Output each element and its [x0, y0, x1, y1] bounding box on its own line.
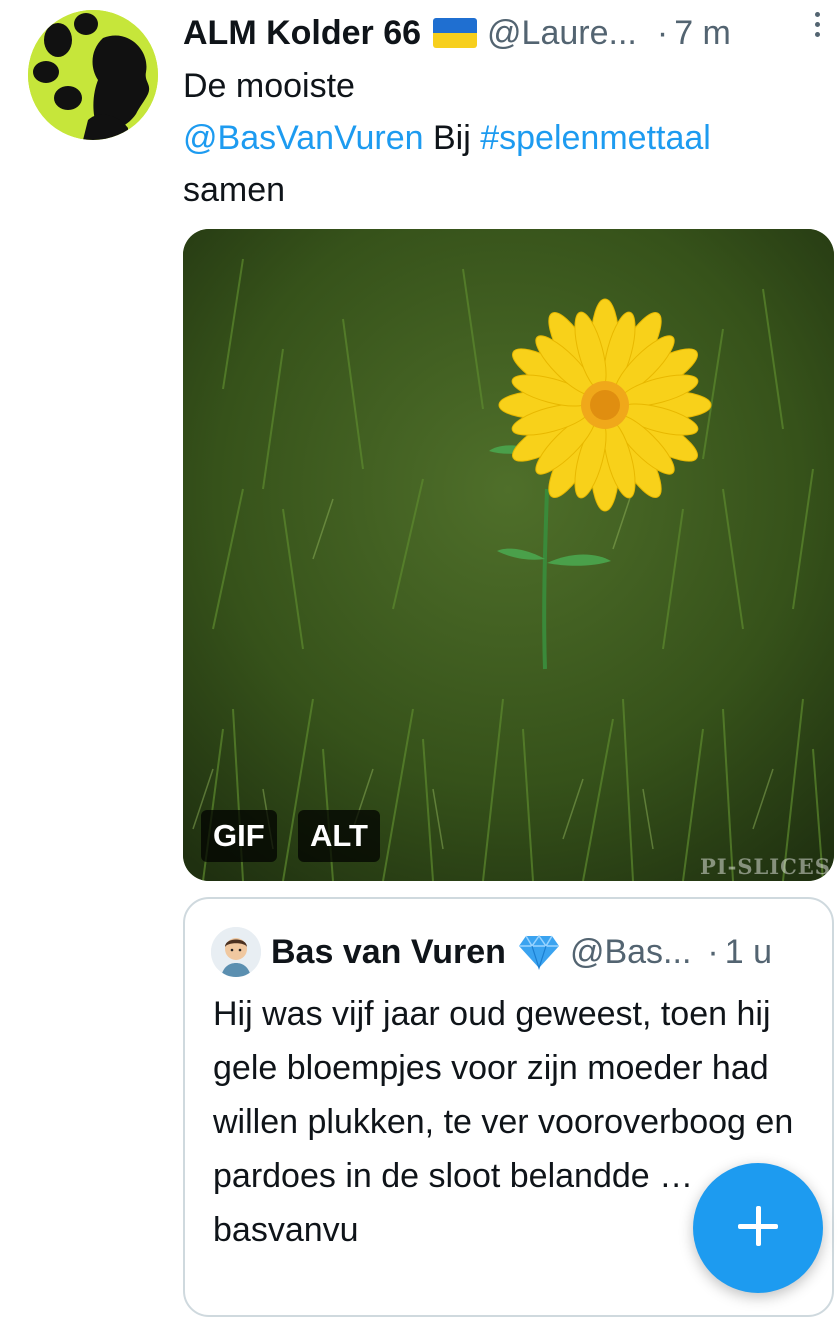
quoted-author-handle[interactable]: @Bas...	[570, 933, 691, 972]
compose-tweet-button[interactable]	[693, 1163, 823, 1293]
quoted-tweet-timestamp[interactable]: 1 u	[725, 933, 772, 972]
separator-dot: ·	[707, 932, 719, 971]
tweet-text-line: De mooiste	[183, 67, 355, 105]
tweet-timestamp[interactable]: 7 m	[674, 14, 731, 53]
ukraine-flag-icon	[433, 18, 478, 48]
author-display-name[interactable]: ALM Kolder 66	[183, 14, 421, 53]
hashtag-link[interactable]: #spelenmettaal	[480, 119, 711, 157]
tweet-text-line: samen	[183, 171, 286, 209]
alt-text-button[interactable]: ALT	[298, 810, 380, 862]
tweet-media-gif[interactable]	[183, 229, 834, 881]
author-handle[interactable]: @Laure...	[487, 14, 637, 53]
quoted-tweet-header: Bas van Vuren @Bas... · 1 u	[271, 927, 772, 977]
quoted-author-display-name[interactable]: Bas van Vuren	[271, 933, 506, 972]
mention-link[interactable]: @BasVanVuren	[183, 119, 424, 157]
plus-icon-stroke	[756, 1206, 761, 1246]
more-options-icon[interactable]	[812, 12, 822, 37]
gif-badge: GIF	[201, 810, 277, 862]
tweet-text: De mooiste @BasVanVuren Bij #spelenmetta…	[183, 60, 823, 216]
diamond-icon	[518, 934, 560, 970]
media-watermark: PI-SLICES	[700, 854, 831, 879]
separator-dot: ·	[656, 13, 669, 52]
tweet-header: ALM Kolder 66 @Laure... · 7 m	[183, 10, 823, 56]
tweet-text-fragment: Bij	[423, 119, 481, 157]
quoted-author-avatar[interactable]	[211, 927, 261, 977]
author-avatar[interactable]	[28, 10, 158, 140]
